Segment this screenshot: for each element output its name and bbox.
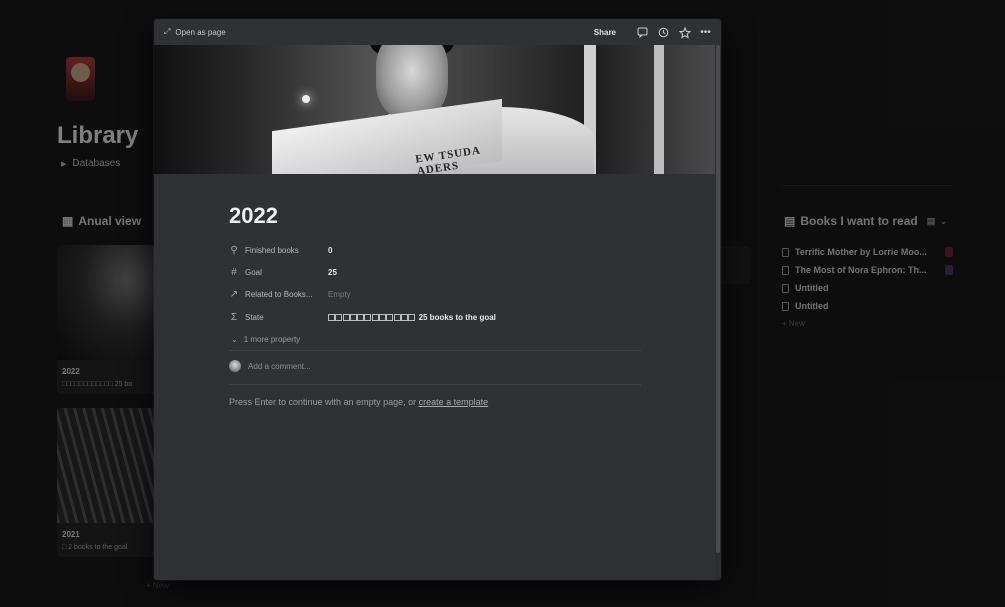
modal-scrollbar[interactable] bbox=[715, 45, 721, 580]
progress-box bbox=[328, 313, 335, 321]
property-goal[interactable]: # Goal 25 bbox=[229, 261, 641, 283]
progress-box bbox=[349, 313, 357, 321]
progress-box bbox=[342, 313, 350, 321]
shelf-post bbox=[654, 45, 664, 174]
more-property-toggle[interactable]: ⌄ 1 more property bbox=[231, 329, 641, 351]
history-icon[interactable] bbox=[658, 27, 669, 38]
progress-box bbox=[371, 313, 379, 321]
property-key: Finished books bbox=[245, 245, 299, 255]
property-state[interactable]: Σ State 25 books to the goal bbox=[229, 306, 641, 328]
progress-box bbox=[393, 313, 401, 321]
progress-box bbox=[357, 313, 365, 321]
page-peek-modal: ⤢ Open as page Share ••• EW TSUDA ADERS 2… bbox=[154, 19, 721, 580]
more-icon[interactable]: ••• bbox=[700, 27, 711, 38]
progress-box bbox=[408, 313, 416, 321]
divider bbox=[229, 384, 641, 385]
formula-sigma-icon: Σ bbox=[230, 311, 238, 323]
progress-box bbox=[335, 313, 343, 321]
relation-arrow-icon: ↗ bbox=[229, 289, 239, 301]
property-value: Empty bbox=[328, 290, 351, 300]
comment-icon[interactable] bbox=[637, 27, 648, 38]
hint-text: Press Enter to continue with an empty pa… bbox=[229, 397, 419, 407]
modal-topbar: ⤢ Open as page Share ••• bbox=[154, 19, 721, 45]
property-key: Related to Books... bbox=[245, 290, 313, 300]
lamp-light bbox=[302, 95, 310, 103]
property-key: State bbox=[245, 312, 264, 322]
state-text: 25 books to the goal bbox=[418, 312, 496, 322]
scrollbar-thumb[interactable] bbox=[716, 45, 720, 553]
properties-list: ⚲ Finished books 0 # Goal 25 ↗ Related to B… bbox=[229, 239, 641, 351]
property-finished-books[interactable]: ⚲ Finished books 0 bbox=[229, 239, 641, 261]
empty-page-hint: Press Enter to continue with an empty pa… bbox=[229, 397, 488, 407]
property-key: Goal bbox=[245, 268, 262, 278]
comment-input[interactable]: Add a comment... bbox=[229, 360, 311, 372]
property-value: 25 bbox=[328, 268, 337, 278]
property-related-to-books[interactable]: ↗ Related to Books... Empty bbox=[229, 284, 641, 306]
progress-boxes bbox=[328, 313, 416, 321]
chevron-down-icon: ⌄ bbox=[231, 335, 238, 345]
expand-arrow-icon: ⤢ bbox=[164, 27, 171, 36]
page-title[interactable]: 2022 bbox=[229, 203, 278, 229]
cover-image: EW TSUDA ADERS bbox=[154, 45, 715, 174]
progress-box bbox=[364, 313, 372, 321]
avatar bbox=[229, 360, 241, 372]
divider bbox=[229, 350, 641, 351]
progress-box bbox=[379, 313, 387, 321]
property-value: 0 bbox=[328, 245, 333, 255]
progress-box bbox=[386, 313, 394, 321]
more-property-label: 1 more property bbox=[243, 335, 301, 345]
open-as-page-label: Open as page bbox=[175, 27, 226, 37]
comment-placeholder: Add a comment... bbox=[248, 361, 311, 371]
progress-box bbox=[400, 313, 408, 321]
create-template-link[interactable]: create a template bbox=[419, 397, 489, 407]
share-button[interactable]: Share bbox=[594, 28, 616, 37]
star-icon[interactable] bbox=[678, 26, 692, 39]
open-as-page-button[interactable]: ⤢ Open as page bbox=[164, 27, 226, 37]
hash-icon: # bbox=[231, 267, 237, 279]
search-icon: ⚲ bbox=[230, 244, 238, 256]
property-value: 25 books to the goal bbox=[328, 313, 496, 322]
